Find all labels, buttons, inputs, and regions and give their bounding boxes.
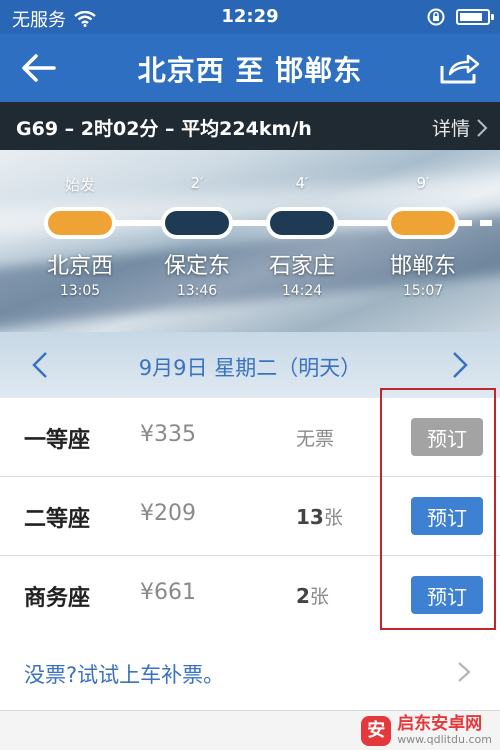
watermark-title: 启东安卓网 [397,714,483,735]
battery-fill [460,13,482,21]
seat-class: 商务座 [24,586,91,611]
seat-class: 二等座 [24,507,91,532]
seat-availability: 13张 [296,505,343,529]
route-line-dashed [460,220,500,226]
share-icon[interactable] [438,50,480,86]
route-banner: 始发北京西 13:05 2′ 保定东 13:46 4′ 石家庄 14:24 9′ 邯郸东 15:07 [0,150,500,332]
stop-time: 13:46 [176,283,218,299]
stop-time: 15:07 [402,283,444,299]
stop-duration: 2′ [190,174,204,192]
stop-marker [161,207,233,239]
page-title: 北京西 至 邯郸东 [137,54,363,87]
chevron-right-icon [477,118,488,137]
watermark-logo: 安 [361,716,392,746]
stop-duration: 4′ [295,174,309,192]
battery-icon [456,9,494,25]
chevron-right-icon [458,662,471,682]
bottom-area: 安 启东安卓网 www.qdlitdu.com [0,711,500,750]
stop-name: 石家庄 [268,254,335,279]
stop-name: 保定东 [163,254,230,279]
status-right [426,7,494,27]
seat-availability: 无票 [296,428,335,450]
stop-marker [266,207,338,239]
seat-availability: 2张 [296,584,329,608]
stop-name: 邯郸东 [389,254,456,279]
detail-label: 详情 [431,118,470,140]
seat-price: ¥335 [140,422,196,447]
seat-price: ¥661 [140,580,196,605]
watermark: 安 启东安卓网 www.qdlitdu.com [361,714,492,747]
detail-link[interactable]: 详情 [432,114,488,141]
seat-price: ¥209 [140,501,196,526]
rotation-lock-icon [427,8,445,26]
stop-duration: 始发 [64,176,95,194]
stop-marker [44,207,116,239]
annotation-highlight-box [380,388,496,630]
seat-class: 一等座 [24,428,91,453]
stop-marker [387,207,459,239]
travel-date: 9月9日 星期二（明天） [138,356,362,380]
tip-text: 没票?试试上车补票。 [24,663,225,687]
supplement-ticket-link[interactable]: 没票?试试上车补票。 [0,634,500,711]
train-summary: G69 – 2时02分 – 平均224km/h [16,118,312,140]
next-day-chevron-icon[interactable] [444,350,474,380]
stop-duration: 9′ [416,174,430,192]
nav-bar: 北京西 至 邯郸东 [0,34,500,102]
train-info-bar: G69 – 2时02分 – 平均224km/h 详情 [0,102,500,150]
status-bar: 无服务 12:29 [0,0,500,34]
stop-time: 13:05 [59,283,101,299]
status-time: 12:29 [221,6,279,27]
stop-name: 北京西 [46,254,113,279]
stop-time: 14:24 [281,283,323,299]
watermark-url: www.qdlitdu.com [397,733,492,747]
